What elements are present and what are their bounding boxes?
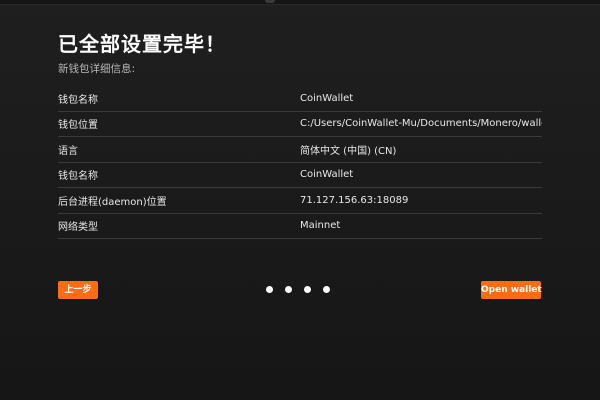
- step-dot: [304, 286, 311, 293]
- detail-label: 钱包名称: [58, 171, 98, 183]
- page-title: 已全部设置完毕！: [58, 32, 226, 56]
- detail-value: C:/Users/CoinWallet-Mu/Documents/Monero/…: [300, 118, 542, 130]
- detail-label: 钱包位置: [58, 120, 98, 132]
- detail-value: 简体中文 (中国) (CN): [300, 145, 397, 157]
- detail-row-network-type: 网络类型 Mainnet: [58, 214, 542, 239]
- header: 已全部设置完毕！ 新钱包详细信息:: [58, 30, 542, 76]
- detail-value: CoinWallet: [300, 92, 354, 104]
- step-dot: [323, 286, 330, 293]
- page-subtitle: 新钱包详细信息:: [58, 63, 136, 75]
- wallet-details-table: 钱包名称 CoinWallet 钱包位置 C:/Users/CoinWallet…: [58, 86, 542, 239]
- step-dot: [266, 286, 273, 293]
- detail-label: 钱包名称: [58, 94, 98, 106]
- detail-row-daemon-address: 后台进程(daemon)位置 71.127.156.63:18089: [58, 188, 542, 214]
- detail-value: 71.127.156.63:18089: [300, 194, 409, 206]
- detail-row-wallet-name: 钱包名称 CoinWallet: [58, 86, 542, 112]
- detail-label: 网络类型: [58, 222, 98, 234]
- detail-row-wallet-name-2: 钱包名称 CoinWallet: [58, 163, 542, 188]
- detail-value: Mainnet: [300, 220, 341, 232]
- step-dot: [285, 286, 292, 293]
- step-indicator: [266, 286, 336, 294]
- top-indicator: [265, 0, 275, 3]
- detail-row-language: 语言 简体中文 (中国) (CN): [58, 137, 542, 163]
- detail-row-wallet-location: 钱包位置 C:/Users/CoinWallet-Mu/Documents/Mo…: [58, 112, 542, 137]
- top-edge: [0, 0, 600, 5]
- detail-label: 后台进程(daemon)位置: [58, 196, 167, 208]
- detail-value: CoinWallet: [300, 169, 354, 181]
- prev-step-button[interactable]: 上一步: [58, 281, 98, 299]
- open-wallet-button[interactable]: Open wallet: [481, 281, 542, 299]
- detail-label: 语言: [58, 145, 78, 157]
